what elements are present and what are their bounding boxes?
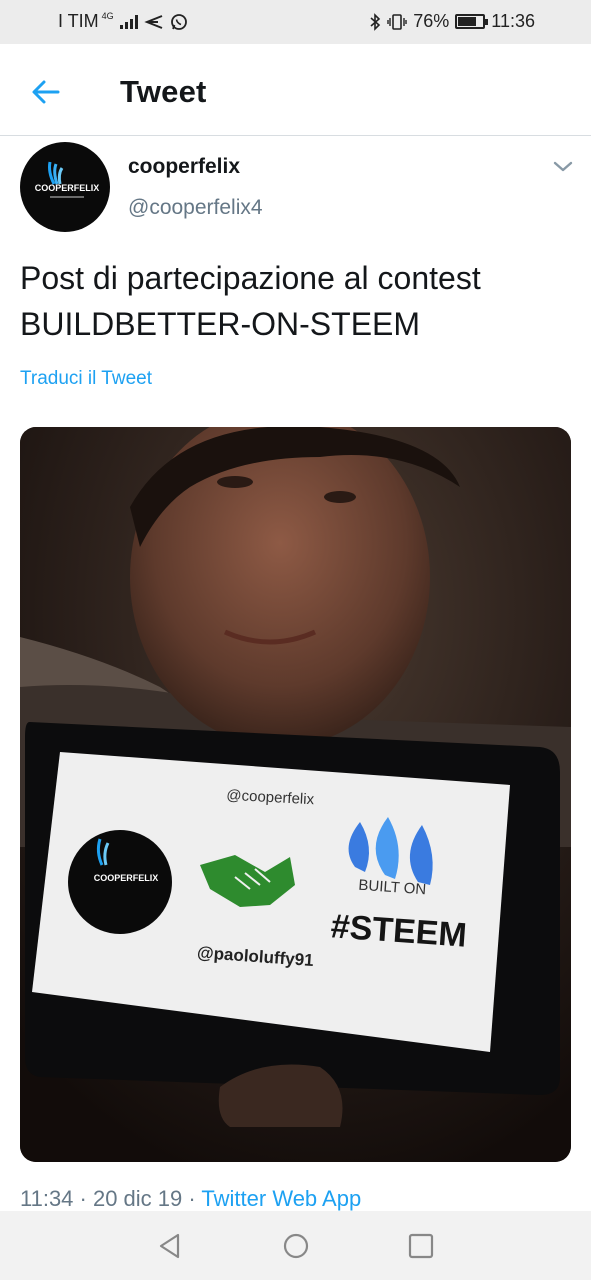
status-bar: I TIM 4G 76% 11:36 bbox=[0, 0, 591, 44]
app-header: Tweet bbox=[0, 44, 591, 136]
tablet: @cooperfelix COOPERFELIX BUILT ON #STEEM… bbox=[25, 721, 560, 1095]
tweet-photo[interactable]: @cooperfelix COOPERFELIX BUILT ON #STEEM… bbox=[20, 427, 571, 1162]
translate-link[interactable]: Traduci il Tweet bbox=[20, 368, 152, 390]
avatar[interactable]: COOPERFELIX bbox=[20, 142, 110, 232]
battery-percent: 76% bbox=[413, 11, 450, 31]
battery-fill bbox=[458, 17, 477, 26]
chevron-down-icon[interactable] bbox=[550, 155, 576, 177]
status-left: I TIM 4G bbox=[58, 11, 188, 32]
signal-icon bbox=[119, 14, 138, 29]
bluetooth-icon bbox=[370, 12, 381, 31]
photo-illustration: @cooperfelix COOPERFELIX BUILT ON #STEEM… bbox=[20, 427, 571, 1162]
arrow-left-icon[interactable] bbox=[28, 74, 64, 110]
vibrate-icon bbox=[387, 13, 407, 30]
author-display-name[interactable]: cooperfelix bbox=[128, 155, 240, 179]
whatsapp-icon bbox=[170, 13, 187, 30]
clock: 11:36 bbox=[491, 11, 535, 31]
carrier-label: I TIM bbox=[58, 11, 99, 31]
avatar-text: COOPERFELIX bbox=[35, 183, 100, 193]
tweet-meta: 11:34 · 20 dic 19 · Twitter Web App bbox=[20, 1186, 361, 1212]
recents-square-icon[interactable] bbox=[406, 1231, 436, 1261]
screen-logo-text: COOPERFELIX bbox=[94, 873, 159, 883]
system-nav-bar bbox=[0, 1211, 591, 1280]
battery-icon bbox=[455, 14, 489, 29]
tweet-timestamp: 11:34 · 20 dic 19 · bbox=[20, 1186, 202, 1211]
wing-icon bbox=[48, 161, 64, 185]
tweet-text: Post di partecipazione al contest BUILDB… bbox=[20, 255, 575, 347]
back-triangle-icon[interactable] bbox=[155, 1231, 185, 1261]
tweet-source-link[interactable]: Twitter Web App bbox=[201, 1186, 361, 1211]
avatar-logo: COOPERFELIX bbox=[35, 161, 100, 198]
send-icon bbox=[143, 14, 163, 29]
status-right: 76% 11:36 bbox=[369, 11, 535, 32]
tweet-text-line: BUILDBETTER-ON-STEEM bbox=[20, 306, 421, 342]
home-circle-icon[interactable] bbox=[281, 1231, 311, 1261]
page-title: Tweet bbox=[120, 74, 207, 109]
tweet-text-line: Post di partecipazione al contest bbox=[20, 260, 481, 296]
author-handle[interactable]: @cooperfelix4 bbox=[128, 196, 263, 220]
network-type: 4G bbox=[101, 10, 114, 21]
